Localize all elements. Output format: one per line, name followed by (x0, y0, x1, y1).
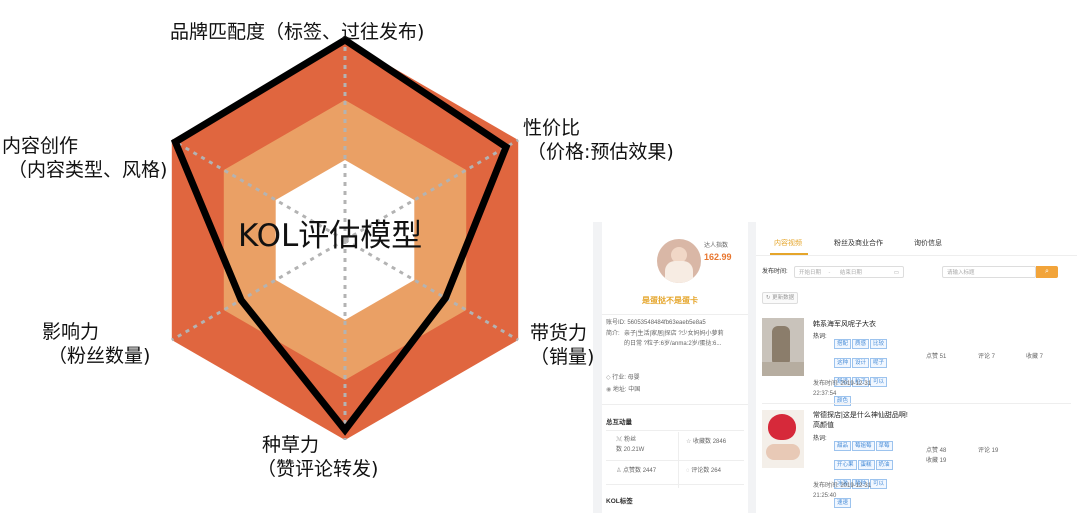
tag[interactable]: 可以 (870, 479, 888, 489)
account-id: 账号ID: 56053548484fb63eaeb5e8a5 (606, 320, 706, 326)
tag[interactable]: 搭配 (834, 339, 852, 349)
hot-words-label: 热词: (813, 334, 827, 340)
comments-stat: ◌ 评论数 264 (686, 468, 721, 474)
location-icon: ◉ (606, 387, 613, 393)
post-thumbnail[interactable] (762, 410, 804, 468)
kol-tags-title: KOL标签 (606, 498, 633, 505)
refresh-button[interactable]: ↻ 更新数据 (762, 292, 799, 304)
tag[interactable]: 这种 (834, 358, 852, 368)
divider (762, 403, 1071, 404)
axis-label-cost-performance: 性价比 （价格:预估效果) (523, 117, 674, 163)
divider (756, 255, 1077, 256)
axis-label-content-creation: 内容创作 （内容类型、风格) (2, 135, 168, 181)
tag[interactable]: 蛋糕 (857, 460, 875, 470)
divider (606, 460, 744, 461)
tag[interactable]: 比较 (870, 339, 888, 349)
post-favorites: 收藏 7 (1026, 354, 1044, 360)
tag[interactable]: 可以 (870, 377, 888, 387)
index-label: 达人指数 (704, 243, 729, 249)
post-title[interactable]: 韩系海军风呢子大衣 (813, 320, 876, 330)
post-time-value: 21:25:40 (813, 493, 837, 499)
fans-value: 数 20.21W (616, 447, 645, 453)
hot-words-label: 热词: (813, 436, 827, 442)
content-panel: 内容视频 粉丝及商业合作 询价信息 发布时间: 开始日期 - 结束日期 ▭ 请输… (756, 222, 1077, 513)
tab-fans-business[interactable]: 粉丝及商业合作 (834, 239, 883, 249)
tag[interactable]: 设计 (852, 358, 870, 368)
tag[interactable]: 甜品 (834, 441, 852, 451)
post-comments: 评论 19 (978, 448, 999, 454)
star-icon: ☆ (686, 439, 694, 445)
industry-row: ◇ 行业: 母婴 (606, 375, 640, 381)
tab-pricing[interactable]: 询价信息 (914, 239, 942, 249)
divider (606, 484, 744, 485)
time-filter-label: 发布时间: (762, 269, 788, 275)
tag[interactable]: 颜色 (834, 396, 852, 406)
calendar-icon: ▭ (893, 270, 899, 276)
tag[interactable]: 奶油 (875, 460, 893, 470)
avatar[interactable] (657, 239, 701, 283)
hot-word-tags: 搭配 质感 比较这种 设计 呢子舒适 粒子 可以颜色 (834, 332, 896, 408)
region-row: ◉ 地址: 中国 (606, 387, 641, 393)
post-likes: 点赞 51 (926, 354, 947, 360)
post-time-label: 发布时间: 2019-12-31 (813, 381, 872, 387)
intro-label: 简介: (606, 331, 620, 337)
axis-label-seeding-power: 种草力 （赞评论转发) (257, 434, 379, 480)
tag[interactable]: 质感 (852, 339, 870, 349)
axis-label-brand-fit: 品牌匹配度（标签、过往发布) (170, 21, 425, 43)
favorites-stat: ☆ 收藏数 2846 (686, 439, 727, 445)
tab-videos[interactable]: 内容视频 (774, 239, 802, 249)
date-range-input[interactable]: 开始日期 - 结束日期 ▭ (794, 266, 904, 278)
hot-word-tags: 甜品 莓姐莓 草莓开心果 蛋糕 奶油冰激 酸种 可以速速 (834, 434, 904, 510)
intro-line-1: 亲子|生活|家居|探店 ?少女妈妈小萝莉 (624, 331, 724, 337)
fans-icon: ℳ (616, 437, 625, 443)
post-time-label: 发布时间: 2019-12-31 (813, 483, 872, 489)
profile-panel: 达人指数 162.99 是蛋挞不是蛋卡 账号ID: 56053548484fb6… (602, 222, 748, 513)
post-thumbnail[interactable] (762, 318, 804, 376)
axis-label-sales-power: 带货力 （销量) (530, 322, 595, 368)
index-value: 162.99 (704, 252, 732, 262)
fans-label: ℳ 粉丝 (616, 437, 637, 443)
post-time-value: 22:37:54 (813, 391, 837, 397)
likes-stat: ♙ 点赞数 2447 (616, 468, 657, 474)
divider (606, 430, 744, 431)
intro-line-2: 的日常 ?粒子:6岁/anma:2岁/蛋挞:6... (624, 341, 722, 347)
search-input[interactable]: 请输入标题 (942, 266, 1036, 278)
interaction-title: 总互动量 (606, 419, 632, 426)
tag[interactable]: 开心果 (834, 460, 857, 470)
tag[interactable]: 呢子 (870, 358, 888, 368)
search-icon: ⌕ (1045, 268, 1049, 275)
tag[interactable]: 草莓 (875, 441, 893, 451)
search-button[interactable]: ⌕ (1036, 266, 1058, 278)
diagram-center-title: KOL评估模型 (238, 218, 423, 254)
tag[interactable]: 莓姐莓 (852, 441, 875, 451)
post-likes: 点赞 48 (926, 448, 947, 454)
kol-profile-screenshot: 达人指数 162.99 是蛋挞不是蛋卡 账号ID: 56053548484fb6… (593, 222, 1077, 513)
axis-label-influence: 影响力 （粉丝数量) (42, 321, 151, 367)
thumbs-up-icon: ♙ (616, 468, 624, 474)
tag[interactable]: 速速 (834, 498, 852, 508)
post-comments: 评论 7 (978, 354, 996, 360)
post-title[interactable]: 常德探店|这是什么神仙甜品啊! (813, 411, 908, 421)
kol-name: 是蛋挞不是蛋卡 (642, 296, 698, 305)
divider (602, 314, 748, 315)
divider (602, 404, 748, 405)
post-favorites: 收藏 19 (926, 458, 947, 464)
post-title-line-2[interactable]: 高颜值 (813, 421, 834, 431)
